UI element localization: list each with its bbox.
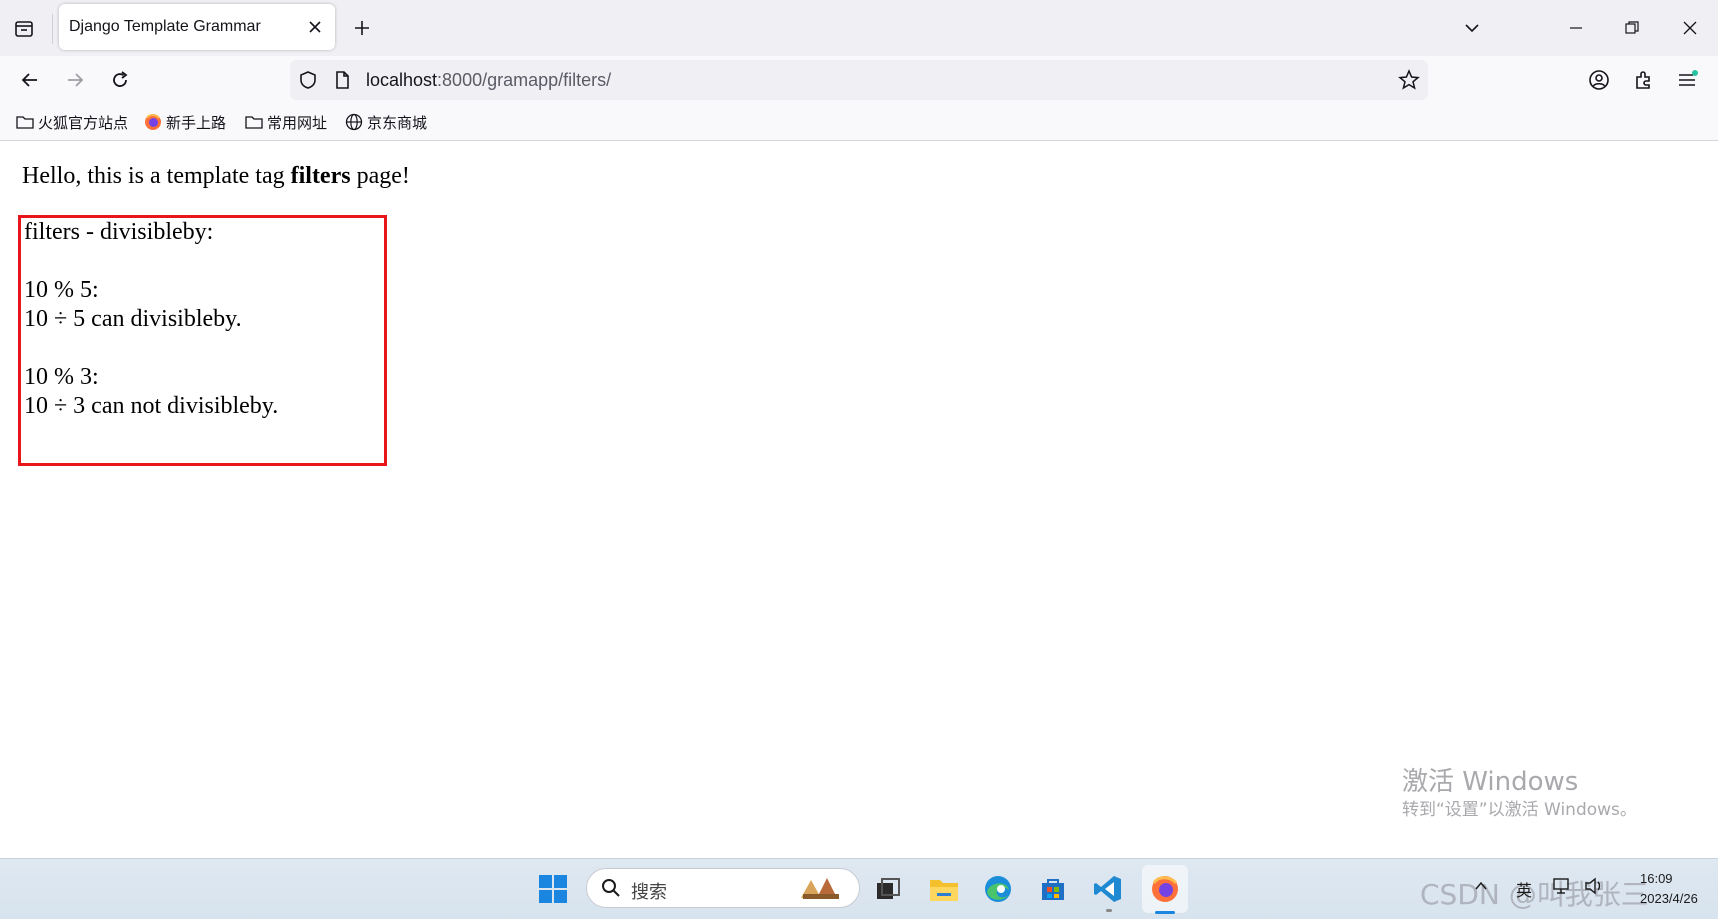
running-indicator xyxy=(1106,909,1112,912)
windows-start-icon[interactable] xyxy=(535,871,571,907)
bookmark-item[interactable]: 火狐官方站点 xyxy=(16,112,128,132)
menu-icon[interactable] xyxy=(1673,66,1701,94)
url-bar[interactable]: localhost:8000/gramapp/filters/ xyxy=(290,60,1428,100)
globe-icon xyxy=(345,113,363,131)
search-placeholder: 搜索 xyxy=(631,882,667,902)
url-host: localhost xyxy=(366,70,438,90)
active-indicator xyxy=(1155,911,1175,914)
highlight-box xyxy=(18,215,387,466)
file-explorer-icon[interactable] xyxy=(926,871,962,907)
vscode-icon[interactable] xyxy=(1090,871,1126,907)
bookmarks-toolbar: 火狐官方站点 新手上路 常用网址 京东商城 xyxy=(0,104,1718,141)
heading-bold: filters xyxy=(290,163,351,189)
shield-icon[interactable] xyxy=(298,70,318,95)
navigation-toolbar: localhost:8000/gramapp/filters/ xyxy=(0,56,1718,104)
activation-watermark-subtitle: 转到“设置”以激活 Windows。 xyxy=(1402,800,1637,820)
bookmark-item[interactable]: 新手上路 xyxy=(144,112,226,132)
url-text[interactable]: localhost:8000/gramapp/filters/ xyxy=(366,70,611,91)
tab-title: Django Template Grammar xyxy=(69,18,261,35)
firefox-icon xyxy=(145,114,161,130)
page-icon[interactable] xyxy=(332,70,352,95)
chevron-up-icon[interactable] xyxy=(1474,879,1488,898)
back-button[interactable] xyxy=(16,66,44,94)
tab-bar: Django Template Grammar xyxy=(0,0,1718,56)
url-path: :8000/gramapp/filters/ xyxy=(437,70,612,90)
bookmark-item[interactable]: 常用网址 xyxy=(245,112,327,132)
bookmark-label: 火狐官方站点 xyxy=(38,114,129,132)
page-heading: Hello, this is a template tag filters pa… xyxy=(22,163,410,190)
bookmark-label: 常用网址 xyxy=(267,114,328,132)
task-view-icon[interactable] xyxy=(870,871,906,907)
input-method-indicator[interactable]: 英 xyxy=(1516,877,1532,901)
page-content: Hello, this is a template tag filters pa… xyxy=(0,141,1718,858)
store-icon[interactable] xyxy=(1035,871,1071,907)
result-line: 10 ÷ 3 can not divisibleby. xyxy=(24,393,279,419)
network-icon[interactable] xyxy=(1552,877,1570,900)
star-icon[interactable] xyxy=(1398,69,1420,96)
heading-suffix: page! xyxy=(350,163,410,189)
csdn-watermark: CSDN @叫我张三 xyxy=(1420,878,1649,911)
clock-time[interactable]: 16:09 xyxy=(1640,871,1673,886)
heading-prefix: Hello, this is a template tag xyxy=(22,163,291,189)
minimize-button[interactable] xyxy=(1562,14,1590,42)
account-icon[interactable] xyxy=(1585,66,1613,94)
close-icon[interactable] xyxy=(305,17,325,37)
result-line: 10 ÷ 5 can divisibleby. xyxy=(24,306,242,332)
firefox-taskbar-icon[interactable] xyxy=(1147,871,1183,907)
expression-line: 10 % 3: xyxy=(24,364,99,390)
edge-icon[interactable] xyxy=(980,871,1016,907)
chevron-down-icon[interactable] xyxy=(1458,14,1486,42)
forward-button[interactable] xyxy=(61,66,89,94)
bookmark-item[interactable]: 京东商城 xyxy=(345,112,427,132)
filter-title: filters - divisibleby: xyxy=(24,219,214,245)
folder-icon xyxy=(245,116,263,129)
tab-separator xyxy=(52,14,53,44)
taskbar-search[interactable]: 搜索 xyxy=(586,868,860,908)
tab-active[interactable]: Django Template Grammar xyxy=(59,4,335,50)
folder-icon xyxy=(16,116,34,129)
reload-button[interactable] xyxy=(106,66,134,94)
restore-button[interactable] xyxy=(1618,14,1646,42)
bookmark-label: 新手上路 xyxy=(166,114,227,132)
bookmark-label: 京东商城 xyxy=(367,114,428,132)
search-highlight-icon xyxy=(793,874,849,907)
extensions-icon[interactable] xyxy=(1630,66,1658,94)
activation-watermark-title: 激活 Windows xyxy=(1402,767,1579,797)
search-icon xyxy=(601,878,621,903)
volume-icon[interactable] xyxy=(1584,877,1604,900)
taskbar: 搜索 CSDN @叫我张三 英 16:09 2023/4/26 xyxy=(0,858,1718,919)
tab-list-icon[interactable] xyxy=(10,15,38,43)
new-tab-button[interactable] xyxy=(348,14,376,42)
clock-date[interactable]: 2023/4/26 xyxy=(1640,891,1698,906)
expression-line: 10 % 5: xyxy=(24,277,99,303)
close-window-button[interactable] xyxy=(1676,14,1704,42)
